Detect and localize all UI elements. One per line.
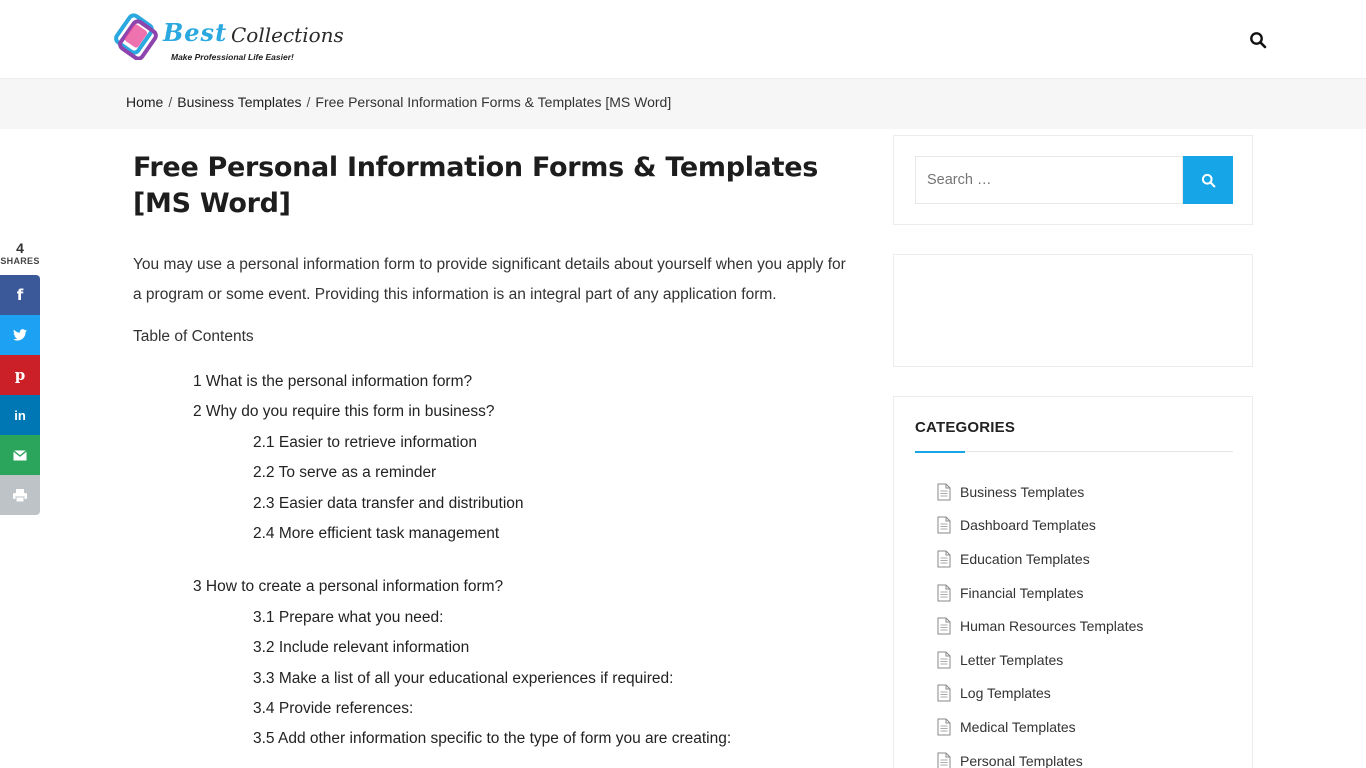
toc-item[interactable]: 2.1 Easier to retrieve information <box>133 428 853 458</box>
email-icon <box>13 449 27 460</box>
search-button[interactable] <box>1183 156 1233 204</box>
document-icon <box>937 483 951 501</box>
print-button[interactable] <box>0 475 40 515</box>
document-icon <box>937 752 951 768</box>
share-label: SHARES <box>0 256 40 266</box>
breadcrumb-separator: / <box>168 94 173 110</box>
twitter-icon <box>13 329 27 341</box>
table-of-contents: 1 What is the personal information form?… <box>133 367 853 755</box>
article: Free Personal Information Forms & Templa… <box>133 150 853 755</box>
logo-tagline: Make Professional Life Easier! <box>171 52 294 62</box>
category-item[interactable]: Letter Templates <box>937 643 1143 677</box>
share-count: 4 <box>16 240 24 256</box>
document-icon <box>937 718 951 736</box>
twitter-share-button[interactable] <box>0 315 40 355</box>
category-item[interactable]: Medical Templates <box>937 710 1143 744</box>
facebook-icon: f <box>16 286 24 304</box>
category-label: Log Templates <box>960 685 1051 702</box>
category-label: Financial Templates <box>960 584 1084 601</box>
category-item[interactable]: Business Templates <box>937 475 1143 509</box>
breadcrumb-bar: Home / Business Templates / Free Personal In… <box>0 79 1366 129</box>
pinterest-icon: p <box>14 366 26 384</box>
linkedin-icon: in <box>14 407 26 423</box>
category-label: Dashboard Templates <box>960 517 1096 534</box>
site-header: Best Collections Make Professional Life … <box>0 0 1366 79</box>
category-label: Personal Templates <box>960 752 1083 768</box>
toc-item[interactable]: 1 What is the personal information form? <box>133 367 853 397</box>
toc-item[interactable]: 3.5 Add other information specific to th… <box>133 724 853 754</box>
categories-list: Business Templates Dashboard Templates Edu… <box>937 475 1143 768</box>
linkedin-share-button[interactable]: in <box>0 395 40 435</box>
document-icon <box>937 516 951 534</box>
toc-item[interactable]: 3.1 Prepare what you need: <box>133 603 853 633</box>
facebook-share-button[interactable]: f <box>0 275 40 315</box>
toc-title: Table of Contents <box>133 328 254 345</box>
categories-widget: CATEGORIES Business Templates Dashboard T… <box>893 396 1253 768</box>
category-item[interactable]: Personal Templates <box>937 744 1143 768</box>
category-label: Business Templates <box>960 483 1085 500</box>
category-label: Letter Templates <box>960 651 1064 668</box>
category-label: Human Resources Templates <box>960 618 1144 635</box>
document-icon <box>937 550 951 568</box>
toc-item[interactable]: 3 How to create a personal information f… <box>133 572 853 602</box>
toc-item[interactable]: 3.3 Make a list of all your educational … <box>133 664 853 694</box>
logo-word-collections: Collections <box>231 23 344 47</box>
breadcrumb-home[interactable]: Home <box>126 94 163 110</box>
toc-spacer <box>133 549 853 572</box>
category-item[interactable]: Education Templates <box>937 542 1143 576</box>
logo-word-best: Best <box>163 18 228 47</box>
document-icon <box>937 617 951 635</box>
search-input[interactable] <box>915 156 1183 204</box>
breadcrumb-business-templates[interactable]: Business Templates <box>177 94 301 110</box>
search-widget <box>893 135 1253 225</box>
social-share-bar: 4 SHARES f p in <box>0 240 40 515</box>
breadcrumb-current: Free Personal Information Forms & Templa… <box>315 94 672 110</box>
category-label: Medical Templates <box>960 718 1076 735</box>
logo-mark-icon <box>114 13 158 60</box>
email-share-button[interactable] <box>0 435 40 475</box>
document-icon <box>937 684 951 702</box>
toc-item[interactable]: 2 Why do you require this form in busine… <box>133 397 853 427</box>
toc-item[interactable]: 3.4 Provide references: <box>133 694 853 724</box>
category-label: Education Templates <box>960 550 1090 567</box>
category-item[interactable]: Log Templates <box>937 677 1143 711</box>
category-item[interactable]: Financial Templates <box>937 576 1143 610</box>
document-icon <box>937 584 951 602</box>
toc-item[interactable]: 3.2 Include relevant information <box>133 633 853 663</box>
categories-divider-accent <box>915 451 965 453</box>
document-icon <box>937 651 951 669</box>
site-logo[interactable]: Best Collections Make Professional Life … <box>113 10 344 66</box>
toc-item[interactable]: 2.3 Easier data transfer and distributio… <box>133 489 853 519</box>
ad-widget <box>893 254 1253 367</box>
category-item[interactable]: Dashboard Templates <box>937 509 1143 543</box>
category-item[interactable]: Human Resources Templates <box>937 609 1143 643</box>
categories-title: CATEGORIES <box>915 419 1016 436</box>
print-icon <box>13 488 27 502</box>
breadcrumb-separator: / <box>306 94 311 110</box>
page-title: Free Personal Information Forms & Templa… <box>133 152 818 219</box>
toc-item[interactable]: 2.2 To serve as a reminder <box>133 458 853 488</box>
breadcrumb: Home / Business Templates / Free Personal In… <box>126 94 671 110</box>
article-intro: You may use a personal information form … <box>133 256 846 303</box>
toc-item[interactable]: 2.4 More efficient task management <box>133 519 853 549</box>
search-icon <box>1201 173 1215 187</box>
search-icon[interactable] <box>1249 31 1267 49</box>
pinterest-share-button[interactable]: p <box>0 355 40 395</box>
